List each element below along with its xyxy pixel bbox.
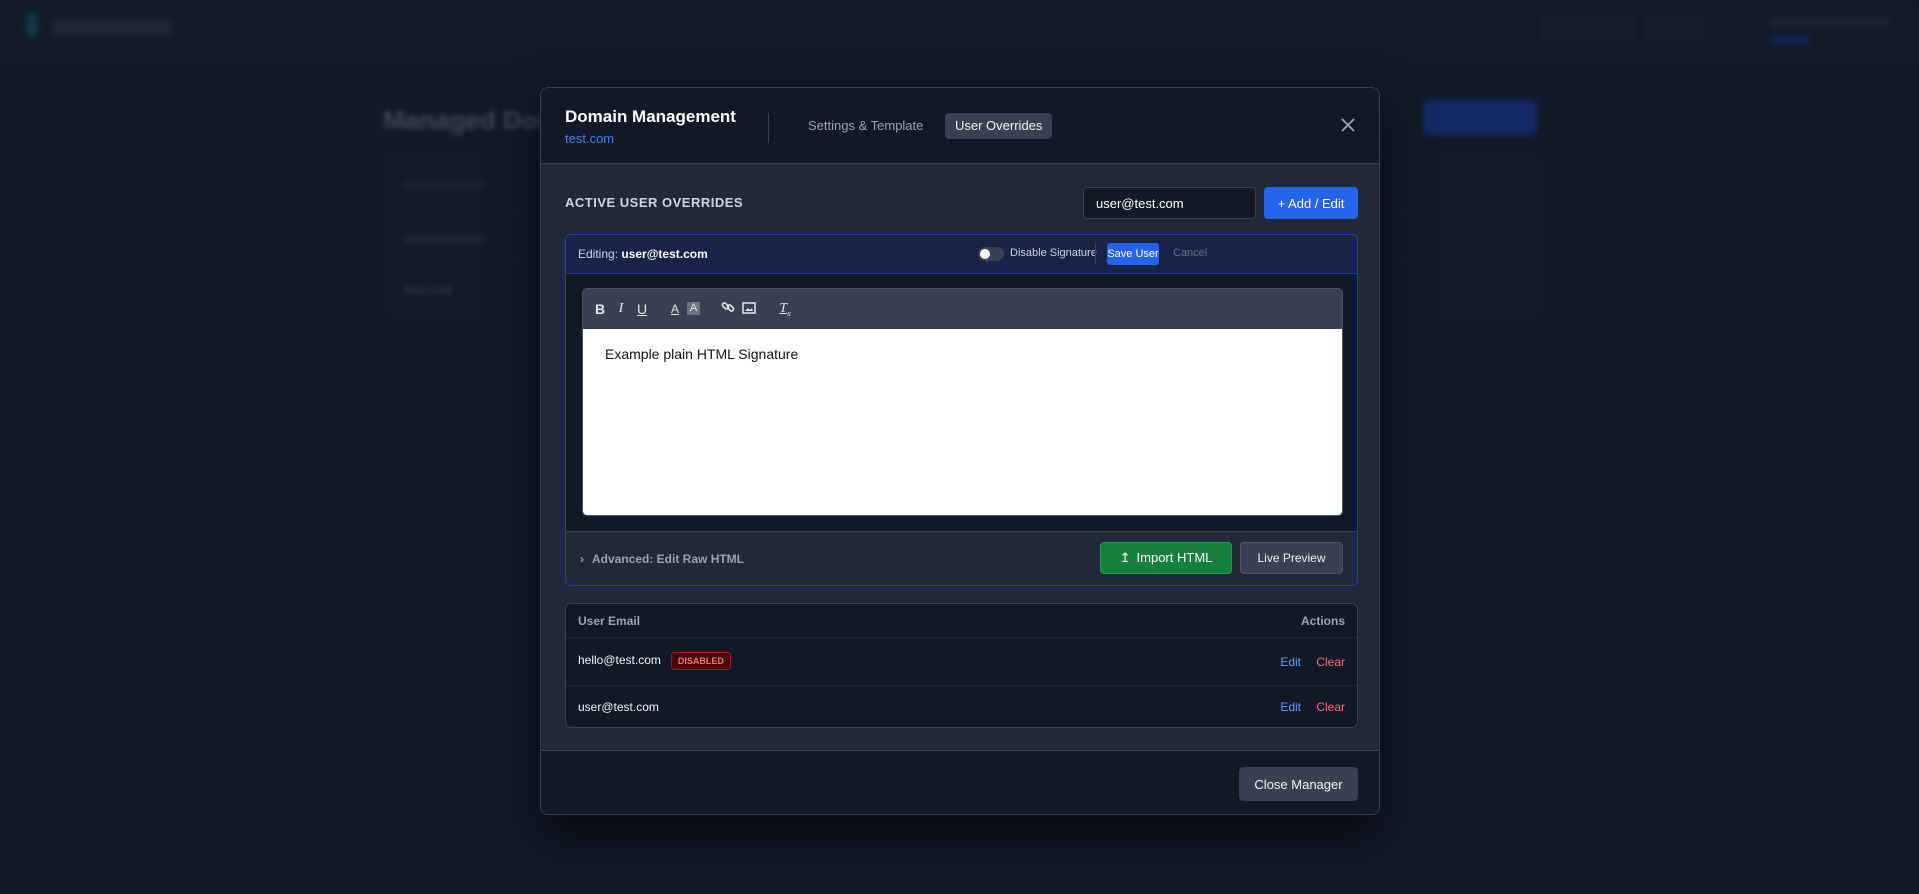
user-email: hello@test.com [578,653,661,668]
live-preview-button[interactable]: Live Preview [1240,542,1343,574]
divider [1095,243,1096,265]
editor-toolbar: B I U A A Tx [583,289,1342,329]
editing-email: user@test.com [621,247,708,261]
status-badge: DISABLED [670,652,731,670]
table-header [404,182,484,189]
italic-icon[interactable]: I [612,300,630,318]
save-user-button[interactable]: Save User [1107,243,1159,265]
section-title: ACTIVE USER OVERRIDES [565,195,744,210]
nav-button [1540,14,1635,42]
rich-text-editor: B I U A A Tx Example plain HTML Signatur… [582,288,1343,516]
divider [768,113,769,143]
table-row: user@test.com Edit Clear [566,686,1357,727]
close-manager-button[interactable]: Close Manager [1239,767,1358,801]
overrides-table: User Email Actions hello@test.com DISABLE… [565,603,1358,728]
app-header [0,0,1919,62]
modal-footer: Close Manager [541,750,1379,814]
editor-header: Editing: user@test.com Disable Signature… [566,235,1357,274]
underline-icon[interactable]: U [633,300,651,318]
table-header: User Email Actions [566,604,1357,638]
advanced-raw-html-toggle[interactable]: › Advanced: Edit Raw HTML [580,552,744,566]
cancel-button[interactable]: Cancel [1173,247,1207,259]
add-edit-button[interactable]: + Add / Edit [1264,187,1358,219]
user-email: user@test.com [578,700,659,714]
disable-signature-label: Disable Signature [1010,247,1097,259]
tab-user-overrides[interactable]: User Overrides [945,113,1053,139]
editing-label: Editing: user@test.com [578,247,708,261]
nav-button [1645,14,1705,42]
edit-link[interactable]: Edit [1280,655,1301,669]
text-color-icon[interactable]: A [666,300,684,318]
domain-cell: test.com [404,282,454,297]
domain-management-modal: Domain Management test.com Settings & Te… [540,87,1380,815]
bold-icon[interactable]: B [591,300,609,318]
table-row: hello@test.com DISABLED Edit Clear [566,638,1357,686]
editor-footer: › Advanced: Edit Raw HTML ↥ Import HTML Li… [566,531,1357,585]
header-actions: Actions [1300,614,1345,628]
logo-icon [26,12,38,38]
upload-icon: ↥ [1119,550,1131,565]
sign-out-link [1770,36,1810,44]
chevron-right-icon: › [580,552,584,566]
app-title [52,18,172,36]
import-label: Import HTML [1136,550,1213,565]
domain-cell [404,234,484,244]
clear-link[interactable]: Clear [1316,700,1345,714]
clear-format-icon[interactable]: Tx [776,300,794,318]
disable-signature-toggle[interactable] [978,247,1004,261]
user-email-input[interactable] [1083,187,1256,219]
tab-settings-template[interactable]: Settings & Template [798,113,933,139]
signature-content[interactable]: Example plain HTML Signature [583,329,1342,515]
add-domain-button [1423,100,1537,135]
import-html-button[interactable]: ↥ Import HTML [1100,542,1232,574]
link-icon[interactable] [719,300,737,318]
modal-domain: test.com [565,131,615,146]
advanced-label: Advanced: Edit Raw HTML [592,552,745,566]
user-email [1770,18,1890,26]
edit-link[interactable]: Edit [1280,700,1301,714]
editing-prefix: Editing: [578,247,619,261]
highlight-icon[interactable]: A [687,302,700,315]
modal-header: Domain Management test.com Settings & Te… [541,88,1379,164]
override-editor-card: Editing: user@test.com Disable Signature… [565,234,1358,586]
header-user-email: User Email [578,614,641,628]
clear-link[interactable]: Clear [1316,655,1345,669]
image-icon[interactable] [740,300,758,318]
modal-title: Domain Management [565,107,736,126]
close-icon[interactable] [1336,113,1360,137]
